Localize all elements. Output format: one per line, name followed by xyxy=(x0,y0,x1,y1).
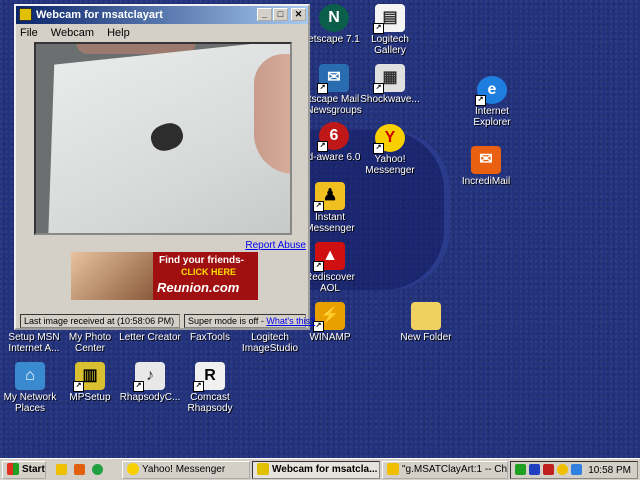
aol-icon: ▲ ↗ xyxy=(313,242,345,272)
window-title: Webcam for msatclayart xyxy=(36,9,163,21)
gallery-icon: ▤ ↗ xyxy=(373,4,405,34)
yahoo-smiley-icon: Y ↗ xyxy=(373,124,405,154)
status-last-image: Last image received at (10:58:06 PM) xyxy=(20,314,180,328)
banner-headline: Find your friends- xyxy=(159,255,244,266)
system-tray: 10:58 PM xyxy=(510,461,638,479)
desktop-icon-new-folder[interactable]: New Folder xyxy=(390,302,462,343)
internet-explorer-icon: e ↗ xyxy=(475,76,507,106)
desktop-icon-logitech-imagestudio[interactable]: Logitech ImageStudio xyxy=(234,332,306,354)
webcam-video-frame xyxy=(34,42,292,235)
task-webcam[interactable]: Webcam for msatcla... xyxy=(252,461,380,479)
windows-logo-icon xyxy=(7,463,19,476)
status-super-mode: Super mode is off - What's this? xyxy=(184,314,315,328)
banner-cta: CLICK HERE xyxy=(181,267,237,277)
menu-file[interactable]: File xyxy=(20,27,38,39)
envelope-icon: ✉ xyxy=(471,146,501,174)
whats-this-link[interactable]: What's this? xyxy=(266,316,315,326)
taskbar: Start Yahoo! Messenger Webcam for msatcl… xyxy=(0,458,640,480)
desktop-icon-shockwave[interactable]: ▦ ↗ Shockwave... xyxy=(354,64,426,105)
rhapsody-setup-icon: ♪ ↗ xyxy=(133,362,165,392)
minimize-button[interactable]: _ xyxy=(257,8,272,21)
video-hand xyxy=(254,54,290,174)
webcam-app-icon xyxy=(257,463,269,476)
banner-logo: Reunion.com xyxy=(157,280,240,295)
desktop-icon-incredimail[interactable]: ✉ IncrediMail xyxy=(450,146,522,187)
desktop-icon-logitech-gallery[interactable]: ▤ ↗ Logitech Gallery xyxy=(354,4,426,56)
menu-webcam[interactable]: Webcam xyxy=(51,27,94,39)
media-quicklaunch-icon[interactable] xyxy=(92,464,103,475)
desktop-icon-yahoo-messenger[interactable]: Y ↗ Yahoo! Messenger xyxy=(354,124,426,176)
chat-icon xyxy=(387,463,399,476)
rhapsody-icon: R ↗ xyxy=(193,362,225,392)
tray-icon-3[interactable] xyxy=(543,464,554,475)
yahoo-smiley-icon xyxy=(127,463,139,476)
banner-photo xyxy=(71,252,153,300)
start-button[interactable]: Start xyxy=(2,461,46,479)
desktop-icon-comcast-rhapsody[interactable]: R ↗ Comcast Rhapsody xyxy=(174,362,246,414)
tray-icon-1[interactable] xyxy=(515,464,526,475)
network-places-icon: ⌂ xyxy=(15,362,45,390)
mail-icon: ✉ ↗ xyxy=(317,64,349,94)
task-chat[interactable]: "g.MSATClayArt:1 -- Chat xyxy=(382,461,508,479)
tray-icon-4[interactable] xyxy=(557,464,568,475)
winamp-icon: ⚡ ↗ xyxy=(313,302,345,332)
tray-icon-5[interactable] xyxy=(571,464,582,475)
title-bar[interactable]: Webcam for msatclayart _ □ ✕ xyxy=(16,6,308,24)
menu-help[interactable]: Help xyxy=(107,27,130,39)
yahoo-quicklaunch-icon[interactable] xyxy=(56,464,67,475)
tray-icon-2[interactable] xyxy=(529,464,540,475)
task-yahoo-messenger[interactable]: Yahoo! Messenger xyxy=(122,461,250,479)
menu-bar: File Webcam Help xyxy=(16,24,308,42)
incredimail-quicklaunch-icon[interactable] xyxy=(74,464,85,475)
aim-icon: ♟ ↗ xyxy=(313,182,345,212)
mpsetup-icon: ▥ ↗ xyxy=(73,362,105,392)
report-abuse-link[interactable]: Report Abuse xyxy=(245,240,306,251)
webcam-window[interactable]: Webcam for msatclayart _ □ ✕ File Webcam… xyxy=(14,4,315,330)
netscape-icon: N xyxy=(319,4,349,32)
webcam-app-icon xyxy=(19,8,32,21)
close-button[interactable]: ✕ xyxy=(291,8,306,21)
adaware-icon: 6 ↗ xyxy=(317,122,349,152)
desktop-icon-internet-explorer[interactable]: e ↗ Internet Explorer xyxy=(456,76,528,128)
banner-ad[interactable]: Find your friends- CLICK HERE Reunion.co… xyxy=(71,252,258,300)
super-mode-text: Super mode is off - xyxy=(188,316,267,326)
folder-icon xyxy=(411,302,441,330)
clock[interactable]: 10:58 PM xyxy=(588,463,631,478)
shockwave-icon: ▦ ↗ xyxy=(373,64,405,94)
quick-launch xyxy=(52,462,112,478)
maximize-button[interactable]: □ xyxy=(273,8,288,21)
